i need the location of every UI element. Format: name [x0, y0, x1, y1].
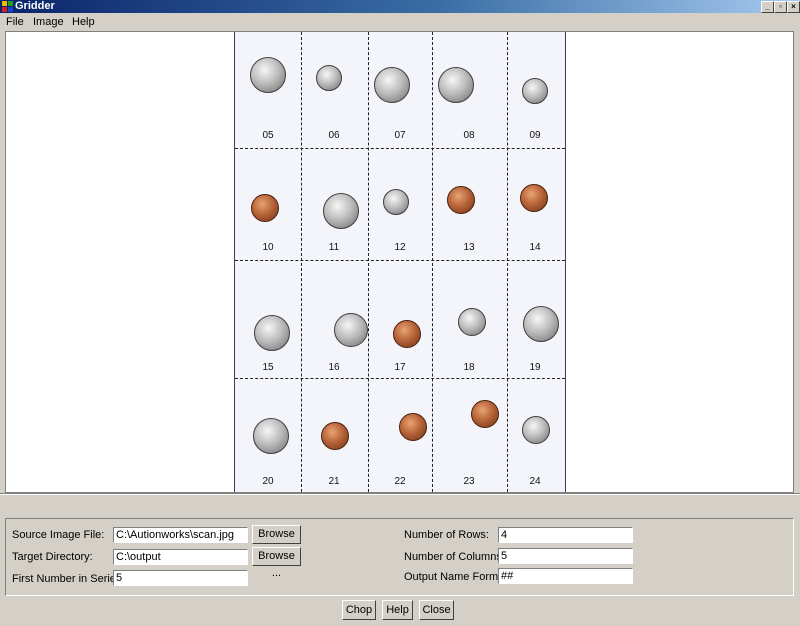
cell-number-label: 05	[262, 130, 274, 141]
silver-coin-image	[458, 308, 486, 336]
cell-number-label: 13	[463, 242, 475, 253]
rows-label: Number of Rows:	[404, 529, 489, 541]
silver-coin-image	[316, 65, 342, 91]
grid-row-line	[235, 260, 565, 261]
grid-column-line	[368, 32, 369, 492]
copper-coin-image	[471, 400, 499, 428]
silver-coin-image	[522, 416, 550, 444]
scanned-coin-sheet: 05 06 07 08 09 10 11 12 13 14 15 16 17 18 19 20 21 22 23 24	[234, 32, 566, 492]
cell-number-label: 06	[328, 130, 340, 141]
cell-number-label: 17	[394, 362, 406, 373]
copper-coin-image	[447, 186, 475, 214]
target-directory-label: Target Directory:	[12, 551, 93, 563]
menu-bar: File Image Help	[0, 13, 800, 31]
cell-number-label: 09	[529, 130, 541, 141]
cell-number-label: 18	[463, 362, 475, 373]
silver-coin-image	[253, 418, 289, 454]
browse-source-button[interactable]: Browse ...	[252, 525, 301, 557]
grid-row-line	[235, 378, 565, 379]
cell-number-label: 14	[529, 242, 541, 253]
silver-coin-image	[254, 315, 290, 351]
grid-row-line	[235, 148, 565, 149]
cell-number-label: 21	[328, 476, 340, 487]
cell-number-label: 24	[529, 476, 541, 487]
silver-coin-image	[383, 189, 409, 215]
cell-number-label: 15	[262, 362, 274, 373]
columns-field[interactable]: 5	[498, 548, 633, 564]
cell-number-label: 08	[463, 130, 475, 141]
splitter[interactable]	[0, 493, 800, 495]
cell-number-label: 23	[463, 476, 475, 487]
silver-coin-image	[323, 193, 359, 229]
title-bar: Gridder _ ▫ ×	[0, 0, 800, 13]
cell-number-label: 22	[394, 476, 406, 487]
first-number-field[interactable]: 5	[113, 570, 248, 586]
browse-target-button[interactable]: Browse ...	[252, 547, 301, 579]
silver-coin-image	[523, 306, 559, 342]
close-button[interactable]: Close	[419, 600, 454, 620]
copper-coin-image	[399, 413, 427, 441]
silver-coin-image	[250, 57, 286, 93]
columns-label: Number of Columns:	[404, 551, 505, 563]
cell-number-label: 19	[529, 362, 541, 373]
copper-coin-image	[520, 184, 548, 212]
restore-button[interactable]: ▫	[774, 1, 787, 13]
silver-coin-image	[522, 78, 548, 104]
help-button[interactable]: Help	[382, 600, 413, 620]
grid-column-line	[301, 32, 302, 492]
silver-coin-image	[334, 313, 368, 347]
rows-field[interactable]: 4	[498, 527, 633, 543]
image-viewer: 05 06 07 08 09 10 11 12 13 14 15 16 17 18 19 20 21 22 23 24	[5, 31, 794, 493]
target-directory-field[interactable]: C:\output	[113, 549, 248, 565]
silver-coin-image	[374, 67, 410, 103]
menu-image[interactable]: Image	[33, 13, 64, 31]
menu-file[interactable]: File	[6, 13, 24, 31]
menu-help[interactable]: Help	[72, 13, 95, 31]
silver-coin-image	[438, 67, 474, 103]
cell-number-label: 11	[328, 242, 340, 253]
cell-number-label: 12	[394, 242, 406, 253]
close-window-button[interactable]: ×	[787, 1, 800, 13]
grid-column-line	[432, 32, 433, 492]
cell-number-label: 07	[394, 130, 406, 141]
copper-coin-image	[321, 422, 349, 450]
source-image-label: Source Image File:	[12, 529, 105, 541]
cell-number-label: 16	[328, 362, 340, 373]
cell-number-label: 10	[262, 242, 274, 253]
grid-column-line	[507, 32, 508, 492]
first-number-label: First Number in Series:	[12, 573, 125, 585]
window-title: Gridder	[15, 0, 55, 12]
minimize-button[interactable]: _	[761, 1, 774, 13]
output-format-label: Output Name Format:	[404, 571, 511, 583]
cell-number-label: 20	[262, 476, 274, 487]
source-image-field[interactable]: C:\Autionworks\scan.jpg	[113, 527, 248, 543]
output-format-field[interactable]: ##	[498, 568, 633, 584]
chop-button[interactable]: Chop	[342, 600, 376, 620]
copper-coin-image	[251, 194, 279, 222]
copper-coin-image	[393, 320, 421, 348]
app-icon	[2, 1, 13, 12]
